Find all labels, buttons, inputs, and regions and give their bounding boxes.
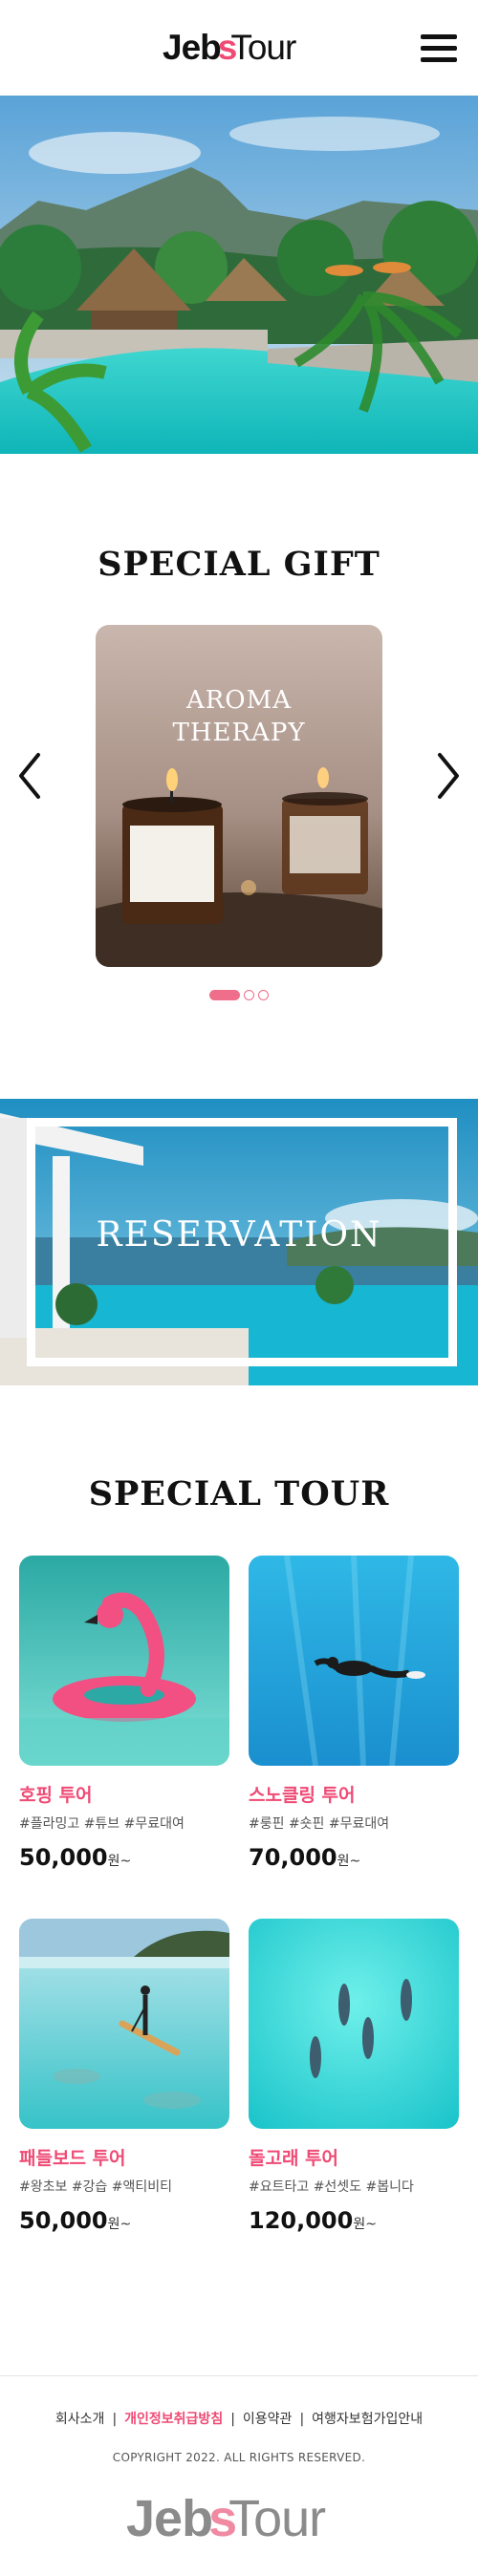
tour-image-snorkel <box>249 1556 459 1766</box>
hamburger-menu-icon[interactable] <box>421 34 459 65</box>
tour-price: 50,000원~ <box>19 2207 132 2234</box>
chevron-left-icon[interactable] <box>11 747 50 805</box>
reservation-label: RESERVATION <box>96 1215 382 1255</box>
pagination-dot-1[interactable] <box>209 990 240 1000</box>
pagination-dot-2[interactable] <box>244 990 254 1000</box>
tour-card-hopping[interactable]: 호핑 투어 #플라밍고 #튜브 #무료대여 50,000원~ <box>19 1556 229 1871</box>
site-logo[interactable]: JebsTour <box>163 27 296 69</box>
tour-image-dolphins <box>249 1919 459 2129</box>
chevron-right-icon[interactable] <box>428 747 467 805</box>
tour-card-paddleboard[interactable]: 패들보드 투어 #왕초보 #강습 #액티비티 50,000원~ <box>19 1919 229 2234</box>
tour-price: 120,000원~ <box>249 2207 377 2234</box>
site-header: JebsTour <box>0 0 478 96</box>
footer-logo[interactable]: JebsTour <box>126 2489 326 2548</box>
tour-image-paddleboard <box>19 1919 229 2129</box>
site-footer: 회사소개 | 개인정보취급방침 | 이용약관 | 여행자보험가입안내 COPYRIGHT 2… <box>0 2375 478 2576</box>
footer-links: 회사소개 | 개인정보취급방침 | 이용약관 | 여행자보험가입안내 <box>54 2412 424 2427</box>
tour-card-snorkeling[interactable]: 스노클링 투어 #룽핀 #숏핀 #무료대여 70,000원~ <box>249 1556 459 1871</box>
special-tour-title: SPECIAL TOUR <box>88 1474 390 1513</box>
gift-card-label: AROMA THERAPY <box>172 686 306 747</box>
tour-price: 70,000원~ <box>249 1844 361 1871</box>
reservation-banner[interactable]: RESERVATION <box>0 1099 478 1385</box>
special-gift-title: SPECIAL GIFT <box>98 545 380 584</box>
hero-image <box>0 96 478 454</box>
tour-card-dolphin[interactable]: 돌고래 투어 #요트타고 #선셋도 #봅니다 120,000원~ <box>249 1919 459 2234</box>
footer-link-insurance[interactable]: 여행자보험가입안내 <box>312 2412 423 2427</box>
copyright-text: COPYRIGHT 2022. ALL RIGHTS RESERVED. <box>112 2451 366 2464</box>
tour-image-flamingo <box>19 1556 229 1766</box>
footer-link-terms[interactable]: 이용약관 <box>243 2412 293 2427</box>
footer-link-company[interactable]: 회사소개 <box>55 2412 105 2427</box>
footer-link-privacy[interactable]: 개인정보취급방침 <box>124 2412 223 2427</box>
gift-slide-card[interactable]: AROMA THERAPY <box>96 625 382 967</box>
pagination-dot-3[interactable] <box>258 990 269 1000</box>
tour-price: 50,000원~ <box>19 1844 132 1871</box>
